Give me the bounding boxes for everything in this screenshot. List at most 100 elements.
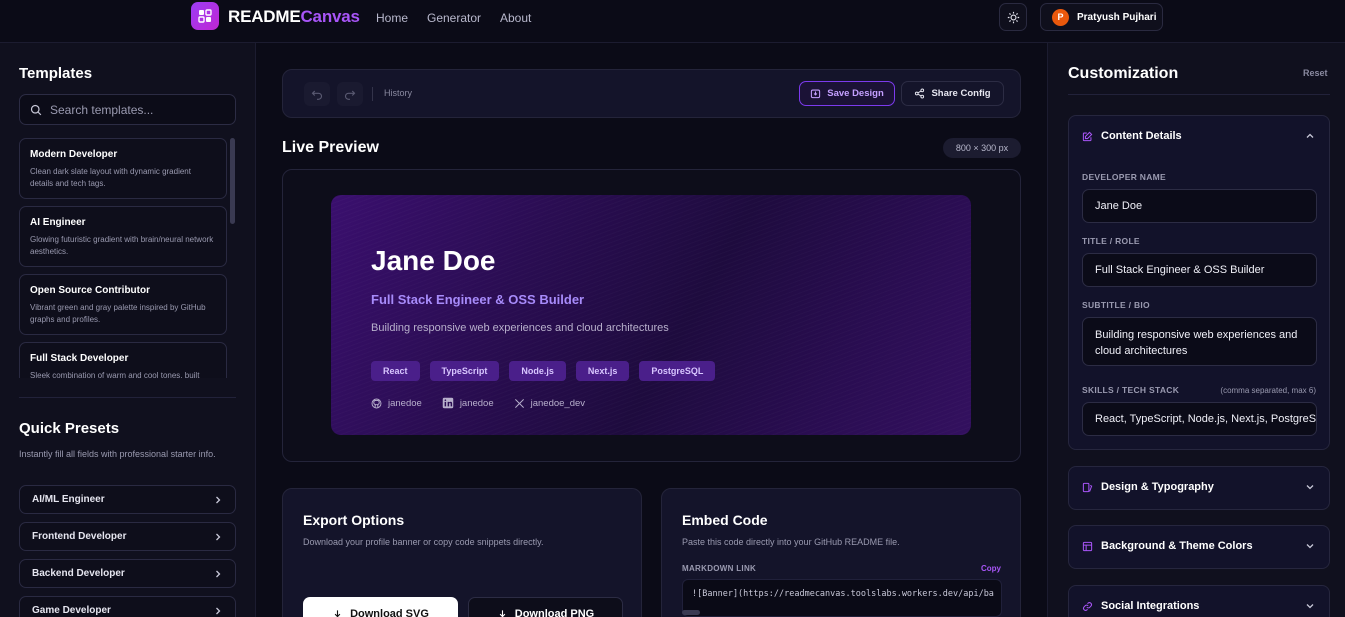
subtitle-bio-textarea[interactable]: Building responsive web experiences and … xyxy=(1082,317,1317,366)
template-list-scrollbar[interactable] xyxy=(230,138,235,224)
chevron-down-icon xyxy=(1306,604,1314,609)
preset-ai-ml-engineer[interactable]: AI/ML Engineer xyxy=(19,485,236,514)
export-subtitle: Download your profile banner or copy cod… xyxy=(303,537,544,547)
banner-role: Full Stack Engineer & OSS Builder xyxy=(371,292,585,307)
developer-name-input[interactable]: Jane Doe xyxy=(1082,189,1317,223)
template-list: Modern Developer Clean dark slate layout… xyxy=(19,138,227,378)
history-label[interactable]: History xyxy=(384,88,412,98)
download-icon xyxy=(499,609,506,617)
subtitle-bio-label: SUBTITLE / BIO xyxy=(1082,300,1150,310)
customization-title: Customization xyxy=(1068,65,1179,82)
banner-name: Jane Doe xyxy=(371,245,496,276)
live-preview-title: Live Preview xyxy=(282,139,379,156)
share-icon xyxy=(915,88,925,99)
banner-linkedin: janedoe xyxy=(442,397,494,409)
banner-bio: Building responsive web experiences and … xyxy=(371,322,669,334)
templates-sidebar: Templates Modern Developer Clean dark sl… xyxy=(0,43,256,617)
search-input[interactable] xyxy=(50,102,220,117)
linkedin-icon xyxy=(442,397,454,409)
logo-icon[interactable] xyxy=(191,2,219,30)
banner-github: janedoe xyxy=(371,398,422,409)
banner-preview: Jane Doe Full Stack Engineer & OSS Build… xyxy=(331,195,971,435)
presets-title: Quick Presets xyxy=(19,420,120,437)
preset-game-developer[interactable]: Game Developer xyxy=(19,596,236,617)
undo-button[interactable] xyxy=(304,82,330,106)
copy-button[interactable]: Copy xyxy=(981,564,1001,573)
chevron-right-icon xyxy=(216,570,221,577)
title-role-input[interactable]: Full Stack Engineer & OSS Builder xyxy=(1082,253,1317,287)
divider xyxy=(19,397,236,398)
divider xyxy=(1068,94,1330,95)
github-icon xyxy=(371,398,382,408)
editor-toolbar: History Save Design Share Config xyxy=(282,69,1021,118)
skills-input[interactable]: React, TypeScript, Node.js, Next.js, Pos… xyxy=(1082,402,1317,436)
design-typography-section[interactable]: Design & Typography xyxy=(1068,466,1330,510)
banner-tag: TypeScript xyxy=(429,361,500,381)
avatar: P xyxy=(1052,8,1069,26)
sun-icon xyxy=(1007,11,1019,23)
nav-link-about[interactable]: About xyxy=(500,11,531,25)
dimensions-badge: 800 × 300 px xyxy=(943,138,1021,158)
template-card-modern-developer[interactable]: Modern Developer Clean dark slate layout… xyxy=(19,138,227,199)
link-icon xyxy=(1083,601,1092,611)
theme-toggle-button[interactable] xyxy=(999,3,1027,31)
reset-button[interactable]: Reset xyxy=(1303,68,1328,78)
save-design-button[interactable]: Save Design xyxy=(799,81,895,106)
chevron-right-icon xyxy=(216,607,221,614)
customization-panel: Customization Reset Content Details DEVE… xyxy=(1047,43,1345,617)
share-config-button[interactable]: Share Config xyxy=(901,81,1004,106)
banner-socials: janedoe janedoe janedoe_dev xyxy=(371,397,605,409)
undo-icon xyxy=(311,90,322,100)
banner-tags: React TypeScript Node.js Next.js Postgre… xyxy=(371,361,725,381)
export-options-card: Export Options Download your profile ban… xyxy=(282,488,642,617)
social-integrations-section[interactable]: Social Integrations xyxy=(1068,585,1330,617)
typography-icon xyxy=(1082,482,1093,492)
redo-button[interactable] xyxy=(337,82,363,106)
content-details-section: Content Details DEVELOPER NAME Jane Doe … xyxy=(1068,115,1330,450)
search-box xyxy=(19,94,236,125)
user-name: Pratyush Pujhari xyxy=(1077,11,1157,23)
skills-label: SKILLS / TECH STACK xyxy=(1082,385,1180,395)
nav-link-generator[interactable]: Generator xyxy=(427,11,481,25)
templates-title: Templates xyxy=(19,65,93,82)
toolbar-divider xyxy=(372,87,373,101)
edit-icon xyxy=(1082,131,1093,141)
chevron-down-icon xyxy=(1306,485,1314,490)
embed-title: Embed Code xyxy=(682,512,768,528)
preset-frontend-developer[interactable]: Frontend Developer xyxy=(19,522,236,551)
markdown-code-field[interactable]: ![Banner](https://readmecanvas.toolslabs… xyxy=(682,579,1002,617)
banner-tag: Next.js xyxy=(575,361,630,381)
banner-x: janedoe_dev xyxy=(514,398,585,409)
markdown-link-label: MARKDOWN LINK xyxy=(682,564,757,573)
preset-backend-developer[interactable]: Backend Developer xyxy=(19,559,236,588)
banner-tag: PostgreSQL xyxy=(639,361,716,381)
top-nav: READMECanvas Home Generator About P Prat… xyxy=(0,0,1345,43)
brand-name[interactable]: READMECanvas xyxy=(228,7,360,27)
save-icon xyxy=(811,89,821,99)
embed-code-card: Embed Code Paste this code directly into… xyxy=(661,488,1021,617)
banner-tag: React xyxy=(371,361,420,381)
chevron-right-icon xyxy=(216,496,221,503)
user-menu-button[interactable]: P Pratyush Pujhari xyxy=(1040,3,1163,31)
nav-link-home[interactable]: Home xyxy=(376,11,408,25)
content-details-header[interactable]: Content Details xyxy=(1082,130,1182,142)
code-scrollbar[interactable] xyxy=(682,610,700,615)
template-card-full-stack-developer[interactable]: Full Stack Developer Sleek combination o… xyxy=(19,342,227,378)
palette-icon xyxy=(1082,541,1093,551)
template-card-open-source-contributor[interactable]: Open Source Contributor Vibrant green an… xyxy=(19,274,227,335)
chevron-right-icon xyxy=(216,533,221,540)
chevron-up-icon[interactable] xyxy=(1305,131,1315,141)
template-card-ai-engineer[interactable]: AI Engineer Glowing futuristic gradient … xyxy=(19,206,227,267)
developer-name-label: DEVELOPER NAME xyxy=(1082,172,1167,182)
presets-subtitle: Instantly fill all fields with professio… xyxy=(19,449,216,459)
export-title: Export Options xyxy=(303,512,405,528)
title-role-label: TITLE / ROLE xyxy=(1082,236,1140,246)
embed-subtitle: Paste this code directly into your GitHu… xyxy=(682,537,900,547)
download-icon xyxy=(334,609,341,617)
skills-hint: (comma separated, max 6) xyxy=(1220,386,1316,395)
redo-icon xyxy=(345,90,356,100)
background-theme-section[interactable]: Background & Theme Colors xyxy=(1068,525,1330,569)
x-icon xyxy=(514,398,524,408)
download-svg-button[interactable]: Download SVG xyxy=(303,597,458,617)
download-png-button[interactable]: Download PNG xyxy=(468,597,623,617)
